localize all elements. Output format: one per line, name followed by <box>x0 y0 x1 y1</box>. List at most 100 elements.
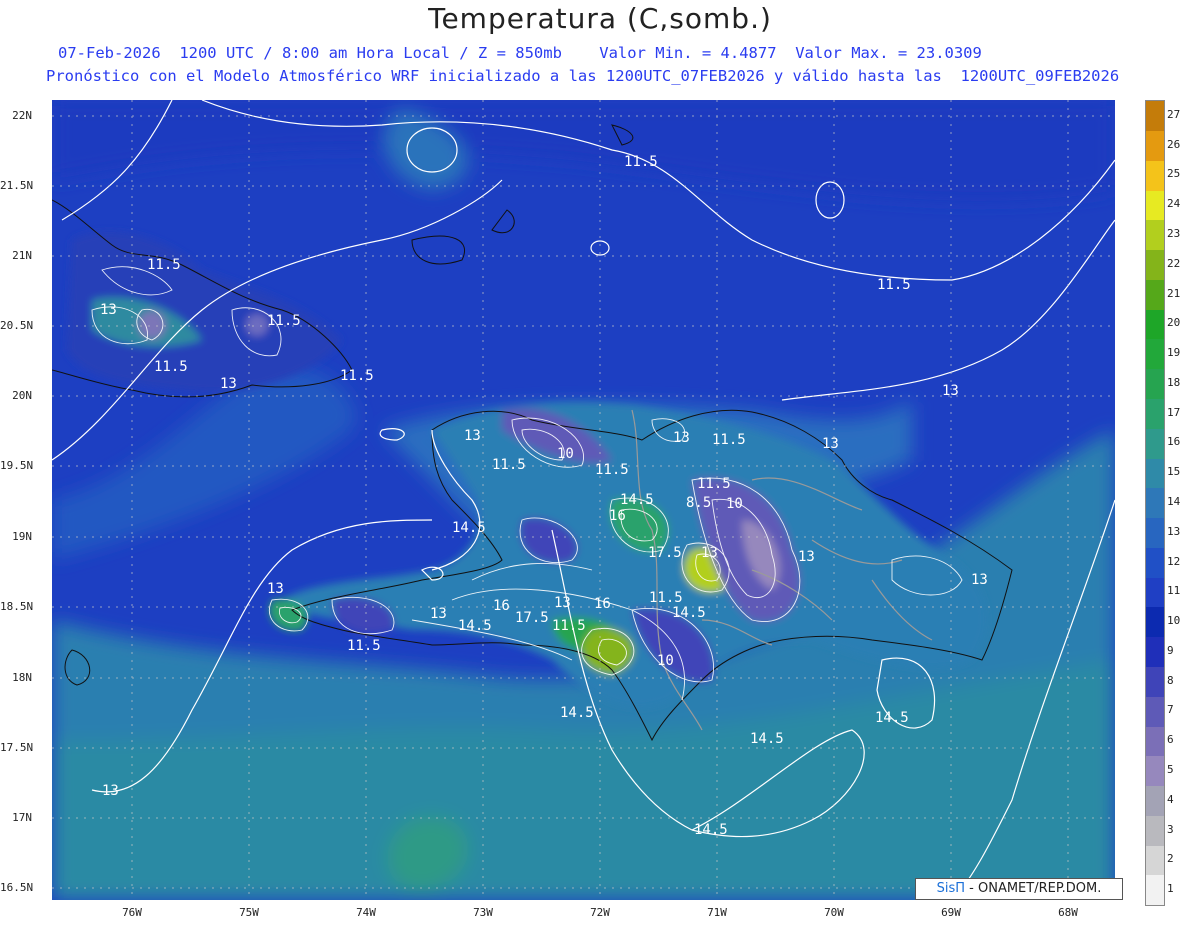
contour-label: 17.5 <box>515 610 549 626</box>
contour-label: 13 <box>267 581 284 597</box>
contour-label: 10 <box>726 496 743 512</box>
legend-value: 11 <box>1167 584 1181 598</box>
legend-value: 18 <box>1167 375 1181 389</box>
legend-value: 9 <box>1167 643 1174 657</box>
legend-swatch <box>1146 845 1164 876</box>
contour-label: 11.5 <box>697 476 731 492</box>
legend-swatch <box>1146 875 1164 906</box>
contour-label: 11.5 <box>877 277 911 293</box>
legend-value: 22 <box>1167 256 1181 270</box>
contour-label: 11.5 <box>347 638 381 654</box>
legend-swatch <box>1146 637 1164 667</box>
contour-label: 14.5 <box>452 520 486 536</box>
brand-logo: SisΠ <box>936 881 966 896</box>
legend-value: 19 <box>1167 346 1181 360</box>
legend-value: 23 <box>1167 227 1181 240</box>
legend-value: 3 <box>1167 822 1174 836</box>
legend-swatch <box>1146 488 1164 519</box>
legend-value: 24 <box>1167 197 1181 211</box>
contour-label: 14.5 <box>694 822 728 838</box>
contour-label: 13 <box>942 383 959 399</box>
legend-value: 26 <box>1167 137 1181 151</box>
legend-value: 13 <box>1167 524 1181 538</box>
lat-label: 19N <box>12 530 32 543</box>
contour-label: 13 <box>971 572 988 588</box>
contour-label: 13 <box>430 606 447 622</box>
legend-value: 27 <box>1167 107 1181 121</box>
lat-label: 17N <box>12 811 32 824</box>
legend-swatch <box>1146 130 1164 161</box>
legend-swatch <box>1146 428 1164 459</box>
contour-label: 16 <box>493 598 510 614</box>
legend-value: 20 <box>1167 316 1181 330</box>
legend-swatch <box>1146 279 1164 310</box>
contour-label: 11.5 <box>595 462 629 478</box>
map-plot: 11.5 11.5 11.5 11.5 13 11.5 13 11.5 13 1… <box>52 100 1115 900</box>
legend-swatch <box>1146 398 1164 429</box>
legend-swatch <box>1146 309 1164 340</box>
contour-label: 14.5 <box>875 710 909 726</box>
legend-swatch <box>1146 577 1164 608</box>
contour-label: 16 <box>594 596 611 612</box>
legend-value: 1 <box>1167 882 1174 896</box>
lon-label: 71W <box>707 906 727 919</box>
contour-label: 11.5 <box>340 368 374 384</box>
legend-swatch <box>1146 547 1164 578</box>
lat-label: 19.5N <box>0 459 34 472</box>
lon-label: 76W <box>122 906 142 919</box>
contour-label: 14.5 <box>750 731 784 747</box>
legend-swatch <box>1146 458 1164 489</box>
contour-label: 16 <box>609 508 626 524</box>
contour-label: 8.5 <box>686 495 711 511</box>
legend-value: 17 <box>1167 405 1181 419</box>
legend-swatch <box>1146 101 1164 131</box>
lat-label: 17.5N <box>0 741 34 754</box>
valid-time-line: 07-Feb-2026 1200 UTC / 8:00 am Hora Loca… <box>58 44 982 62</box>
contour-label: 14.5 <box>560 705 594 721</box>
lon-label: 73W <box>473 906 493 919</box>
legend-swatch <box>1146 726 1164 757</box>
legend-value: 6 <box>1167 733 1174 747</box>
lat-label: 16.5N <box>0 881 34 894</box>
legend-value: 2 <box>1167 852 1174 866</box>
legend-value: 25 <box>1167 167 1181 181</box>
contour-label: 11.5 <box>267 313 301 329</box>
contour-label: 13 <box>464 428 481 444</box>
legend-swatch <box>1146 607 1164 638</box>
legend-swatch <box>1146 160 1164 191</box>
contour-label: 13 <box>701 545 718 561</box>
contour-label: 11.5 <box>712 432 746 448</box>
legend-value: 21 <box>1167 286 1181 300</box>
legend-swatch <box>1146 666 1164 697</box>
contour-label: 10 <box>657 653 674 669</box>
contour-label: 17.5 <box>648 545 682 561</box>
legend-swatch <box>1146 756 1164 787</box>
contour-label: 14.5 <box>672 605 706 621</box>
contour-label: 13 <box>554 595 571 611</box>
contour-label: 11.5 <box>624 154 658 170</box>
map-title: Temperatura (C,somb.) <box>428 2 772 35</box>
lat-label: 20.5N <box>0 319 34 332</box>
legend-swatch <box>1146 190 1164 221</box>
legend-swatch <box>1146 815 1164 846</box>
legend-swatch <box>1146 785 1164 816</box>
lat-label: 21N <box>12 249 32 262</box>
legend-swatch <box>1146 220 1164 251</box>
legend-value: 10 <box>1167 614 1181 628</box>
lon-label: 72W <box>590 906 610 919</box>
legend-value: 16 <box>1167 435 1181 449</box>
legend-swatch <box>1146 249 1164 280</box>
credit-text: - ONAMET/REP.DOM. <box>969 881 1102 896</box>
legend-value: 7 <box>1167 703 1174 717</box>
contour-label: 11.5 <box>649 590 683 606</box>
legend-value: 4 <box>1167 792 1174 806</box>
lon-label: 74W <box>356 906 376 919</box>
contour-label: 13 <box>822 436 839 452</box>
contour-label: 11.5 <box>492 457 526 473</box>
contour-label: 13 <box>100 302 117 318</box>
lat-label: 22N <box>12 109 32 122</box>
lon-label: 69W <box>941 906 961 919</box>
legend-value: 15 <box>1167 465 1181 479</box>
legend-value: 14 <box>1167 495 1181 508</box>
contour-label: 11.5 <box>552 618 586 634</box>
